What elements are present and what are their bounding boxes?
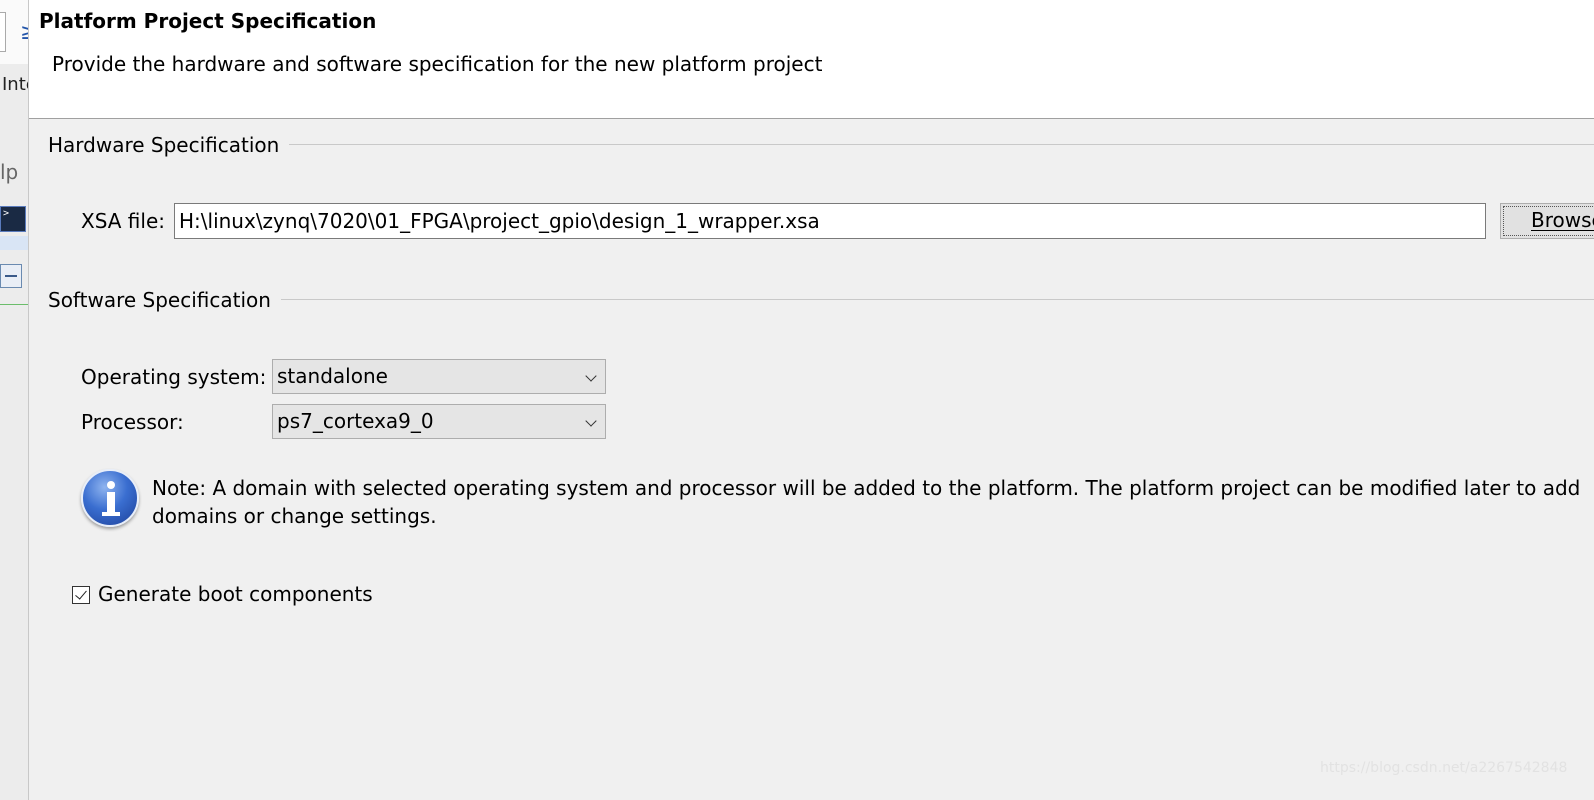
hardware-group-separator — [287, 144, 1594, 145]
operating-system-label: Operating system: — [81, 365, 267, 389]
background-divider — [0, 304, 28, 305]
terminal-glyph: > — [3, 208, 10, 219]
background-tab-label: Inte — [2, 74, 28, 95]
collapse-all-icon — [0, 264, 22, 288]
background-toolbar-field — [0, 12, 6, 52]
wizard-header: Platform Project Specification Provide t… — [29, 0, 1594, 119]
background-selection-band — [0, 236, 28, 250]
generate-boot-components-checkbox[interactable] — [72, 586, 90, 604]
background-window: ≥ Inte lp > — [0, 0, 29, 800]
software-group-separator — [279, 299, 1594, 300]
operating-system-value: standalone — [277, 364, 388, 388]
info-icon-dot — [107, 481, 115, 489]
hardware-group-label: Hardware Specification — [48, 133, 290, 157]
watermark: https://blog.csdn.net/a2267542848 — [1320, 760, 1568, 776]
xsa-file-label: XSA file: — [81, 209, 166, 233]
info-icon-base — [102, 512, 120, 516]
background-toolbar-icon: ≥ — [20, 20, 28, 45]
chevron-down-icon — [585, 415, 597, 427]
page-title: Platform Project Specification — [39, 9, 377, 33]
operating-system-select[interactable]: standalone — [272, 359, 606, 394]
checkmark-icon — [75, 587, 87, 600]
processor-select[interactable]: ps7_cortexa9_0 — [272, 404, 606, 439]
info-icon-stem — [107, 492, 115, 514]
background-menu-label: lp — [0, 160, 19, 184]
processor-label: Processor: — [81, 410, 184, 434]
chevron-down-icon — [585, 370, 597, 382]
info-icon — [81, 469, 139, 527]
software-group-label: Software Specification — [48, 288, 281, 312]
page-description: Provide the hardware and software specif… — [52, 52, 823, 76]
generate-boot-components-label[interactable]: Generate boot components — [98, 582, 373, 606]
terminal-icon: > — [0, 206, 26, 232]
browse-button[interactable]: Browse... — [1500, 203, 1594, 239]
processor-value: ps7_cortexa9_0 — [277, 409, 434, 433]
platform-project-dialog: Platform Project Specification Provide t… — [29, 0, 1594, 800]
xsa-file-input[interactable]: H:\linux\zynq\7020\01_FPGA\project_gpio\… — [174, 203, 1486, 239]
note-text: Note: A domain with selected operating s… — [152, 476, 1581, 528]
